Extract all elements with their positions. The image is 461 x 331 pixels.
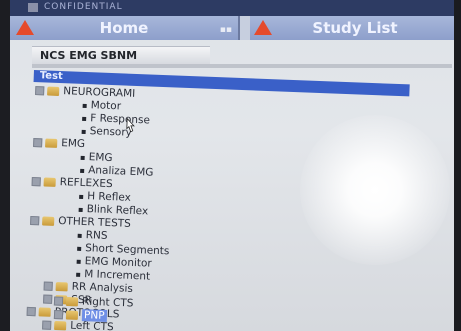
tree-group-emg[interactable]: EMG [33, 136, 85, 151]
bullet-icon [78, 207, 83, 212]
bullet-icon [76, 259, 81, 264]
tab-study-list[interactable]: Study List [250, 16, 454, 40]
panel-divider [32, 64, 452, 68]
bullet-icon [80, 155, 85, 160]
bullet-icon [79, 194, 84, 199]
bullet-icon [82, 116, 87, 121]
folder-icon [43, 177, 56, 187]
window-title-bar: CONFIDENTIAL [10, 0, 454, 16]
tree-item-emg[interactable]: EMG [80, 151, 113, 165]
tree-item-pnp[interactable]: PNP [53, 308, 107, 323]
expand-icon[interactable] [43, 294, 53, 304]
navigation-tabs: Home ▪▪ Study List [10, 16, 454, 40]
tree-item-rns[interactable]: RNS [77, 229, 108, 243]
folder-icon [54, 320, 67, 331]
bullet-icon [81, 129, 86, 134]
tab-home-label: Home [99, 19, 149, 37]
app-screen: CONFIDENTIAL Home ▪▪ Study List NCS EMG … [10, 0, 454, 331]
bullet-icon [82, 103, 87, 108]
panel-title: NCS EMG SBNM [32, 46, 210, 65]
window-title: CONFIDENTIAL [44, 2, 123, 12]
expand-icon[interactable] [30, 215, 40, 226]
tab-study-list-label: Study List [312, 19, 398, 37]
expand-icon[interactable] [35, 86, 45, 96]
folder-icon [65, 310, 79, 320]
expand-icon[interactable] [43, 281, 53, 291]
bullet-icon [77, 233, 82, 238]
test-tree: Test NEUROGRAMI Motor F Response Sensory… [24, 70, 434, 331]
folder-icon [65, 296, 79, 307]
tree-group-reflexes[interactable]: REFLEXES [31, 175, 113, 191]
expand-icon[interactable] [42, 320, 52, 330]
folder-icon [45, 138, 58, 148]
expand-icon[interactable] [31, 176, 41, 187]
folder-icon [47, 86, 60, 96]
warning-icon [254, 20, 272, 35]
expand-icon[interactable] [53, 309, 64, 320]
bullet-icon [77, 246, 82, 251]
folder-icon [38, 307, 51, 317]
folder-icon [55, 281, 68, 292]
bullet-icon [80, 168, 85, 173]
warning-icon [16, 20, 34, 35]
mouse-cursor-icon [126, 117, 135, 133]
expand-icon[interactable] [26, 306, 36, 317]
expand-icon[interactable] [53, 296, 64, 306]
bullet-icon [76, 272, 81, 277]
tab-home[interactable]: Home ▪▪ [10, 16, 240, 40]
folder-icon [42, 216, 55, 226]
tab-corner-icon: ▪▪ [219, 25, 232, 35]
expand-icon[interactable] [33, 138, 43, 148]
app-icon [28, 3, 38, 12]
